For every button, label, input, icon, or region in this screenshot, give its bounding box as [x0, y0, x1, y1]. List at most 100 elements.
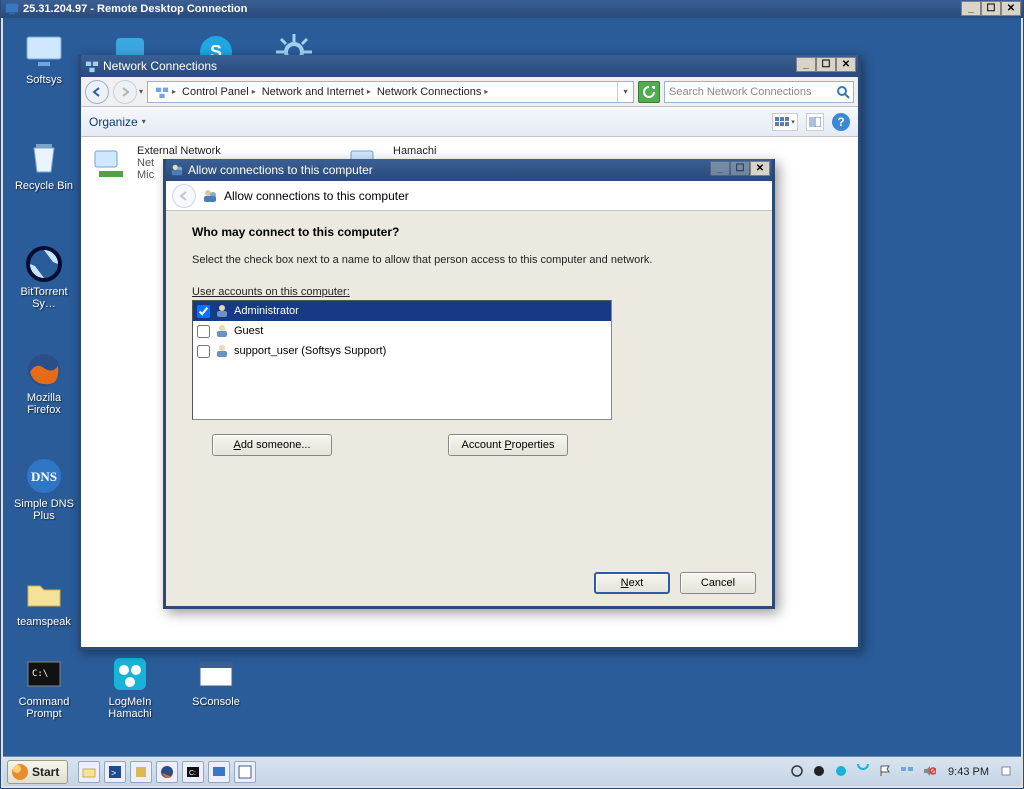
crumb-network-internet[interactable]: Network and Internet▸	[259, 86, 374, 98]
nav-forward-button[interactable]	[113, 80, 137, 104]
crumb-control-panel[interactable]: Control Panel▸	[179, 86, 259, 98]
svg-text:C:\: C:\	[32, 669, 48, 679]
folder-icon	[24, 574, 64, 614]
desktop-icon-softsys[interactable]: Softsys	[9, 32, 79, 86]
wiz-title: Allow connections to this computer	[188, 163, 373, 177]
rdp-icon	[5, 2, 19, 16]
window-icon	[196, 654, 236, 694]
user-icon	[214, 343, 230, 359]
taskbar-explorer-icon[interactable]	[78, 761, 100, 783]
taskbar-wizard-icon[interactable]	[234, 761, 256, 783]
wiz-footer: Next Cancel	[166, 560, 772, 606]
rdp-titlebar[interactable]: 25.31.204.97 - Remote Desktop Connection…	[1, 0, 1023, 18]
system-tray[interactable]: 9:43 PM	[790, 764, 1021, 780]
network-adapter-icon	[91, 145, 131, 185]
tray-icon-1[interactable]	[790, 764, 806, 780]
desktop-icon-hamachi[interactable]: LogMeIn Hamachi	[95, 654, 165, 720]
user-accounts-list[interactable]: Administrator Guest support_user (Softsy…	[192, 300, 612, 420]
wiz-close-button[interactable]: ✕	[750, 161, 770, 176]
user-checkbox-support-user[interactable]	[197, 345, 210, 358]
sync-icon	[24, 244, 64, 284]
wiz-titlebar[interactable]: Allow connections to this computer _ ☐ ✕	[166, 159, 772, 181]
nc-close-button[interactable]: ✕	[836, 57, 856, 72]
desktop-icon-firefox[interactable]: Mozilla Firefox	[9, 350, 79, 416]
taskbar-pinned: > C:	[78, 761, 256, 783]
nc-navbar: ▾ ▸ Control Panel▸ Network and Internet▸…	[81, 77, 858, 107]
wiz-window-controls: _ ☐ ✕	[710, 161, 770, 176]
refresh-button[interactable]	[638, 81, 660, 103]
tray-flag-icon[interactable]	[878, 764, 894, 780]
wiz-banner: Allow connections to this computer	[166, 181, 772, 211]
dns-icon: DNS	[24, 456, 64, 496]
address-dropdown-button[interactable]: ▾	[617, 82, 633, 102]
address-bar[interactable]: ▸ Control Panel▸ Network and Internet▸ N…	[147, 81, 634, 103]
rdp-maximize-button[interactable]: ☐	[981, 1, 1001, 16]
monitor-icon	[24, 32, 64, 72]
nc-toolbar: Organize▾ ▾ ?	[81, 107, 858, 137]
rdp-close-button[interactable]: ✕	[1001, 1, 1021, 16]
rdp-minimize-button[interactable]: _	[961, 1, 981, 16]
wiz-maximize-button: ☐	[730, 161, 750, 176]
wiz-minimize-button: _	[710, 161, 730, 176]
taskbar-rdp-icon[interactable]	[208, 761, 230, 783]
help-button[interactable]: ?	[832, 113, 850, 131]
tray-network-icon[interactable]	[900, 764, 916, 780]
wiz-body: Who may connect to this computer? Select…	[166, 211, 772, 560]
taskbar-clock[interactable]: 9:43 PM	[948, 766, 989, 778]
rdp-window: 25.31.204.97 - Remote Desktop Connection…	[0, 0, 1024, 789]
tray-icon-2[interactable]	[812, 764, 828, 780]
preview-pane-button[interactable]	[806, 113, 824, 131]
user-icon	[214, 323, 230, 339]
user-checkbox-guest[interactable]	[197, 325, 210, 338]
nc-titlebar[interactable]: Network Connections _ ☐ ✕	[81, 55, 858, 77]
wiz-banner-title: Allow connections to this computer	[224, 189, 409, 203]
desktop-icon-simple-dns[interactable]: DNS Simple DNS Plus	[9, 456, 79, 522]
cmd-icon: C:\	[24, 654, 64, 694]
wiz-heading: Who may connect to this computer?	[192, 225, 746, 239]
recycle-bin-icon	[24, 138, 64, 178]
allow-connections-wizard[interactable]: Allow connections to this computer _ ☐ ✕…	[163, 159, 775, 609]
nav-history-dropdown[interactable]: ▾	[139, 87, 143, 96]
organize-menu[interactable]: Organize▾	[89, 115, 146, 129]
taskbar-firefox-icon[interactable]	[156, 761, 178, 783]
tray-volume-muted-icon[interactable]	[922, 764, 938, 780]
cancel-button[interactable]: Cancel	[680, 572, 756, 594]
tray-end-icon[interactable]	[999, 764, 1015, 780]
account-properties-button[interactable]: Account Properties	[448, 434, 568, 456]
wiz-back-button	[172, 184, 196, 208]
crumb-network-connections[interactable]: Network Connections▸	[374, 86, 492, 98]
desktop-icon-cmd[interactable]: C:\ Command Prompt	[9, 654, 79, 720]
start-button[interactable]: Start	[7, 760, 68, 784]
add-someone-button[interactable]: Add someone...	[212, 434, 332, 456]
desktop-icon-recycle-bin[interactable]: Recycle Bin	[9, 138, 79, 192]
view-mode-button[interactable]: ▾	[772, 113, 798, 131]
rdp-window-controls: _ ☐ ✕	[961, 1, 1021, 16]
user-row-administrator[interactable]: Administrator	[193, 301, 611, 321]
nc-minimize-button[interactable]: _	[796, 57, 816, 72]
nc-search-input[interactable]: Search Network Connections	[664, 81, 854, 103]
taskbar-powershell-icon[interactable]: >	[104, 761, 126, 783]
crumb-icon[interactable]: ▸	[152, 85, 179, 99]
nc-maximize-button[interactable]: ☐	[816, 57, 836, 72]
tray-hamachi-icon[interactable]	[834, 764, 850, 780]
rdp-title: 25.31.204.97 - Remote Desktop Connection	[23, 3, 247, 15]
next-button[interactable]: Next	[594, 572, 670, 594]
svg-text:DNS: DNS	[31, 469, 57, 484]
remote-desktop[interactable]: Softsys Recycle Bin BitTorrent Sy… Mozil…	[3, 18, 1021, 786]
desktop-icon-sconsole[interactable]: SConsole	[181, 654, 251, 708]
taskbar-cmd-icon[interactable]: C:	[182, 761, 204, 783]
desktop-icon-bittorrent-sync[interactable]: BitTorrent Sy…	[9, 244, 79, 310]
desktop-icon-teamspeak[interactable]: teamspeak	[9, 574, 79, 628]
taskbar[interactable]: Start > C: 9:43 PM	[3, 756, 1021, 786]
user-checkbox-administrator[interactable]	[197, 305, 210, 318]
taskbar-server-icon[interactable]	[130, 761, 152, 783]
nc-window-controls: _ ☐ ✕	[796, 57, 856, 72]
user-row-support-user[interactable]: support_user (Softsys Support)	[193, 341, 611, 361]
start-orb-icon	[12, 764, 28, 780]
tray-sync-icon[interactable]	[856, 764, 872, 780]
hamachi-icon	[110, 654, 150, 694]
firefox-icon	[24, 350, 64, 390]
nav-back-button[interactable]	[85, 80, 109, 104]
svg-text:>: >	[111, 768, 116, 778]
user-row-guest[interactable]: Guest	[193, 321, 611, 341]
